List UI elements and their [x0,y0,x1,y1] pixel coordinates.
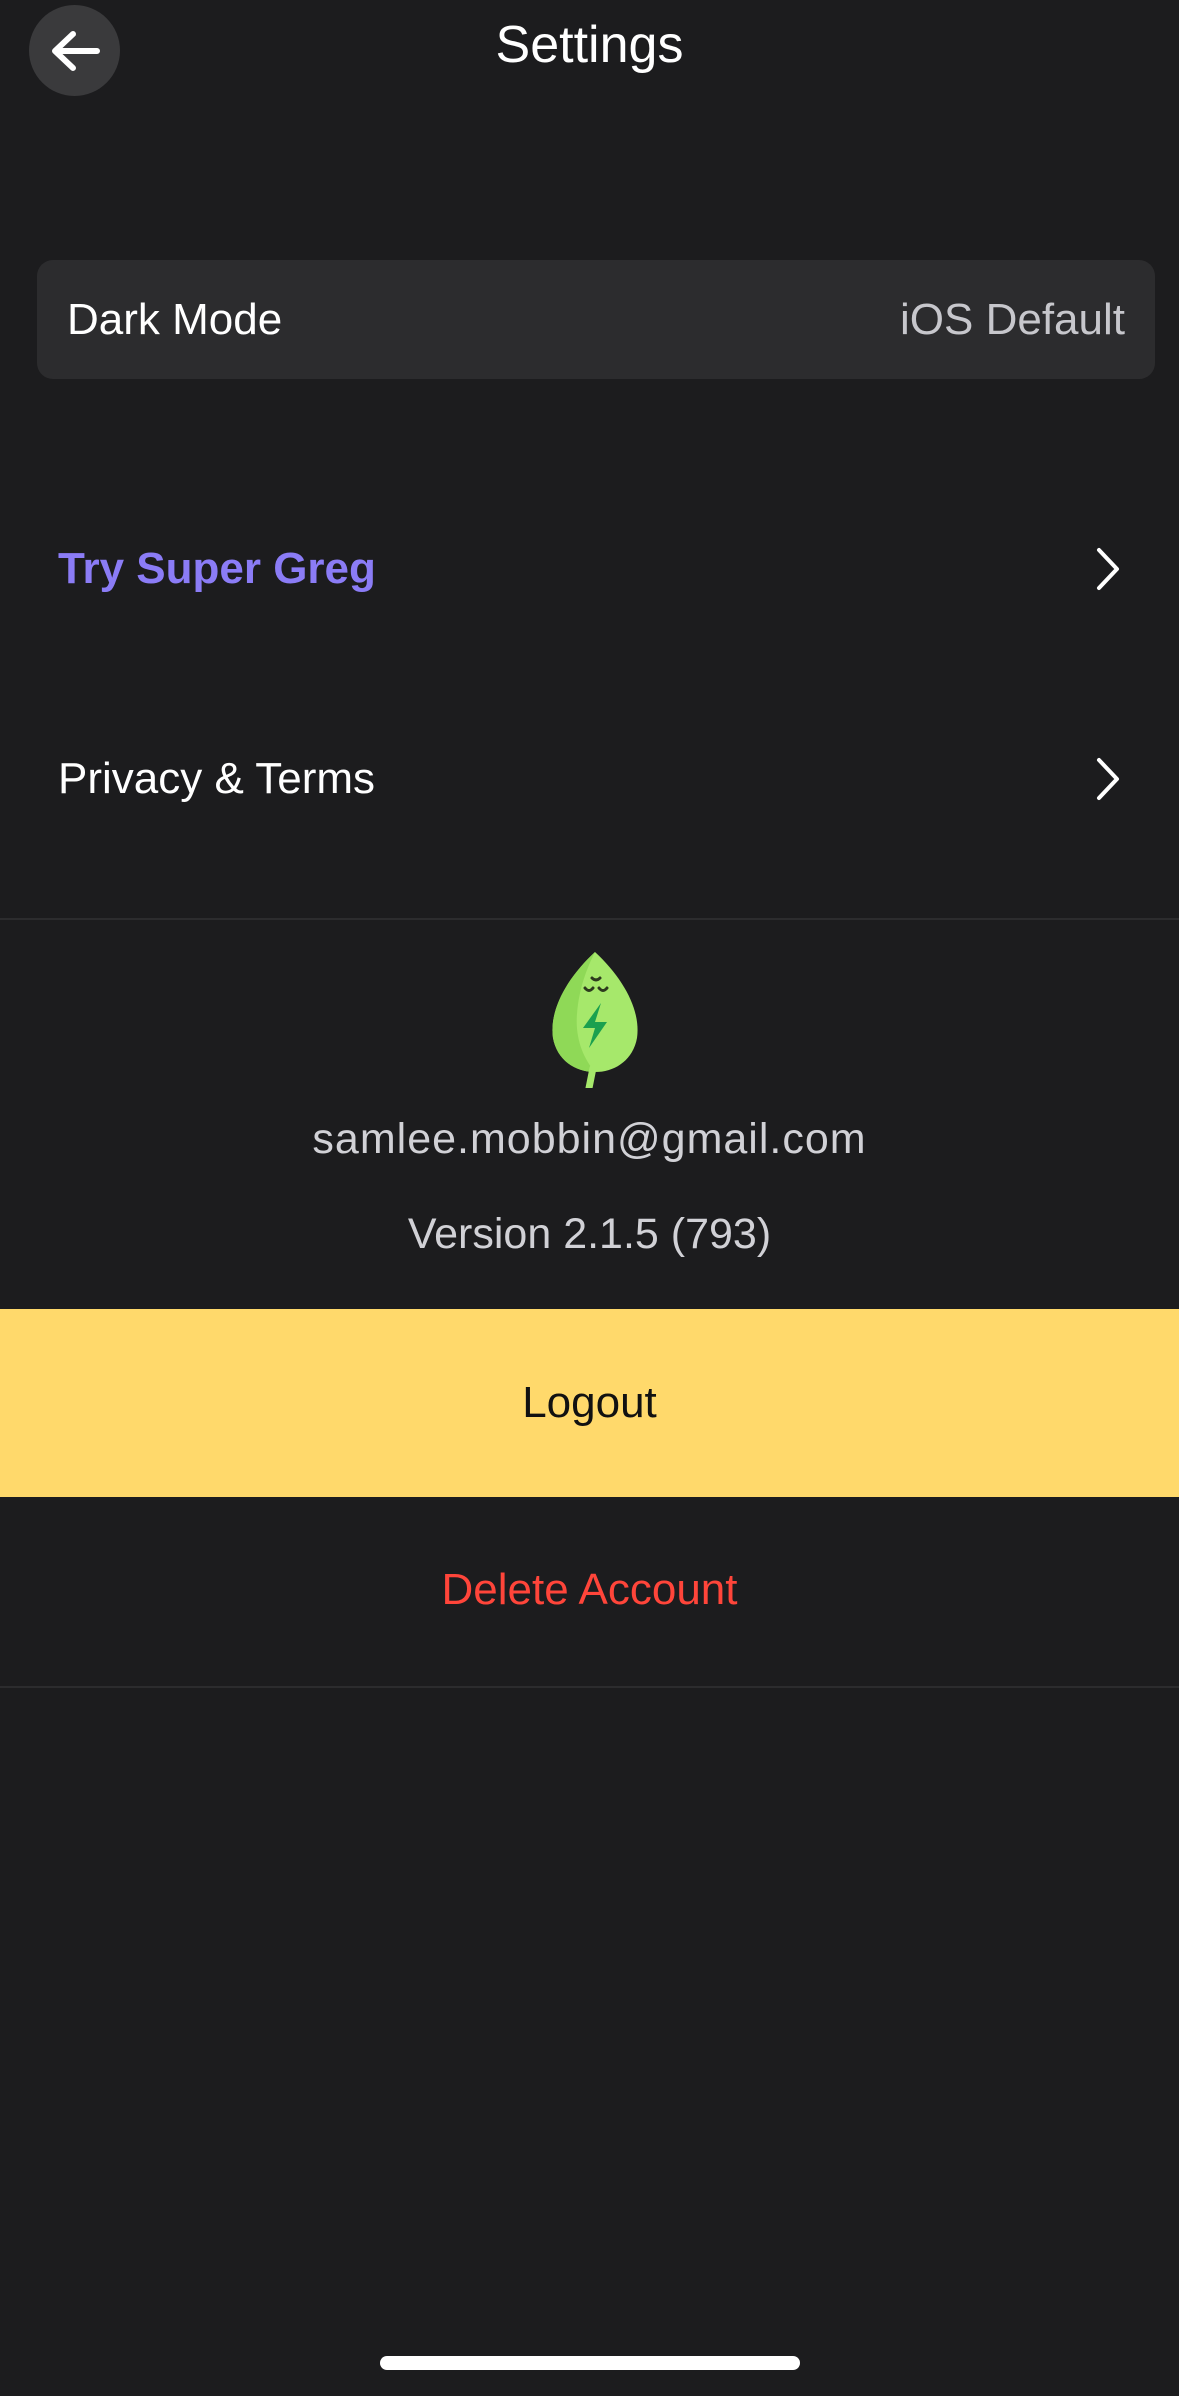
privacy-terms-row[interactable]: Privacy & Terms [0,719,1179,839]
chevron-right-icon [1097,548,1119,590]
delete-account-button[interactable]: Delete Account [0,1530,1179,1650]
dark-mode-setting[interactable]: Dark Mode iOS Default [37,260,1155,379]
app-version: Version 2.1.5 (793) [407,1210,772,1258]
dark-mode-value: iOS Default [900,294,1125,344]
section-divider [0,1686,1179,1688]
dark-mode-label: Dark Mode [67,294,283,344]
account-email: samlee.mobbin@gmail.com [312,1115,867,1163]
home-indicator [380,2356,800,2370]
privacy-terms-label: Privacy & Terms [58,754,376,803]
section-divider [0,918,1179,920]
chevron-right-icon [1097,758,1119,800]
page-title: Settings [495,16,684,74]
try-super-greg-label: Try Super Greg [58,544,376,593]
leaf-logo-icon [552,952,638,1088]
try-super-greg-row[interactable]: Try Super Greg [0,509,1179,629]
logout-button[interactable]: Logout [0,1309,1179,1497]
